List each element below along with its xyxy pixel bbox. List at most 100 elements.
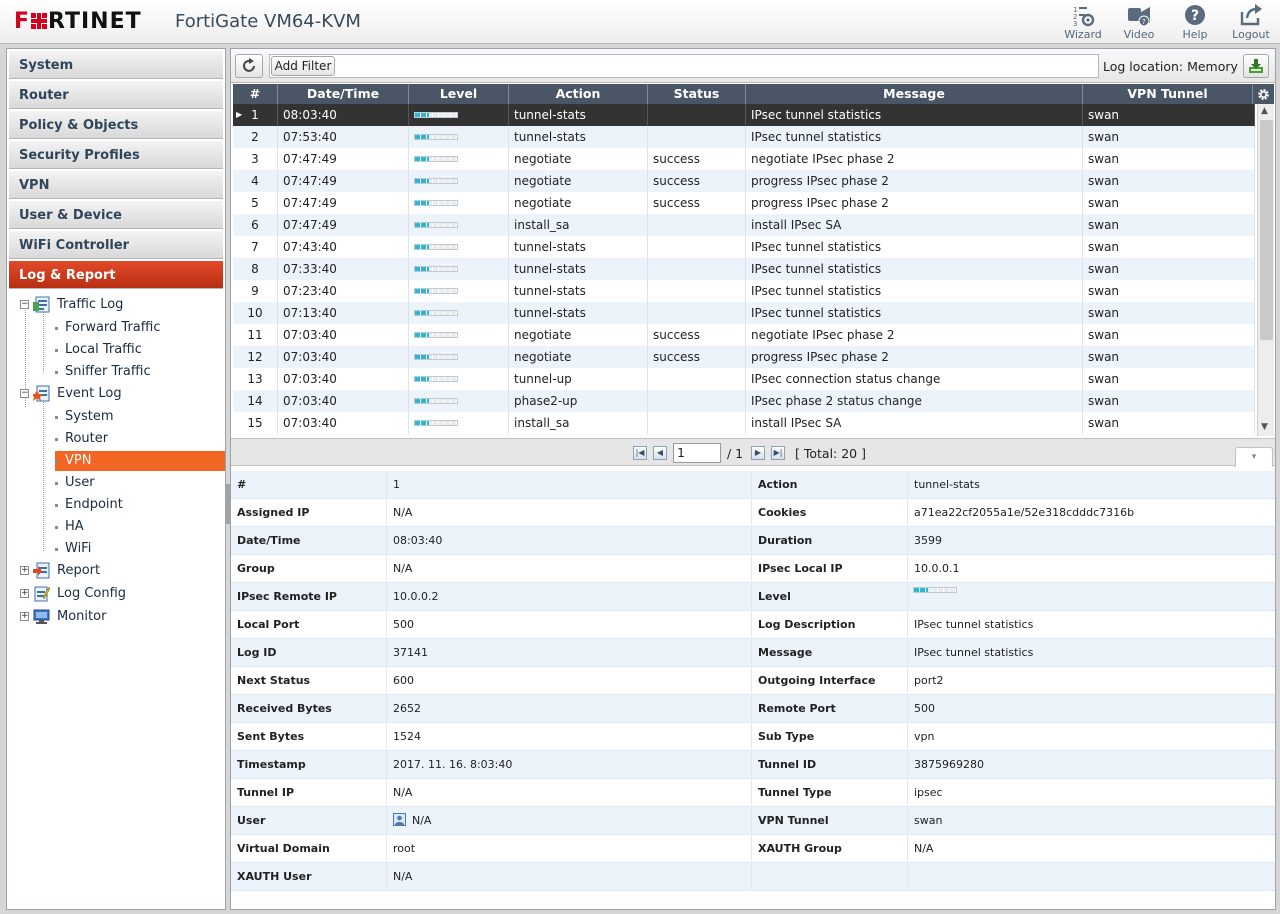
tree-leaf-wifi[interactable]: WiFi	[55, 539, 225, 559]
scrollbar-thumb[interactable]	[1260, 120, 1273, 340]
table-row[interactable]: 8 07:33:40 tunnel-stats IPsec tunnel statis…	[233, 258, 1255, 280]
cell-status	[648, 126, 746, 148]
detail-key: Date/Time	[237, 534, 301, 547]
nav-section-vpn[interactable]: VPN	[9, 171, 223, 199]
next-page-icon: ▶	[754, 448, 762, 457]
detail-row: Assigned IP N/A Cookies a71ea22cf2055a1e/52…	[231, 499, 1275, 527]
table-row[interactable]: 15 07:03:40 install_sa install IPsec SA swan	[233, 412, 1255, 434]
detail-value: port2	[907, 667, 1273, 695]
cell-vpn-tunnel: swan	[1083, 324, 1255, 346]
cell-number: 4	[233, 170, 278, 192]
detail-row: IPsec Remote IP 10.0.0.2 Level	[231, 583, 1275, 611]
table-row[interactable]: 6 07:47:49 install_sa install IPsec SA swan	[233, 214, 1255, 236]
column-settings-button[interactable]	[1253, 84, 1274, 104]
cell-message: IPsec connection status change	[746, 368, 1083, 390]
level-meter-fill	[415, 245, 429, 249]
cell-datetime: 07:13:40	[278, 302, 409, 324]
tree-leaf-system[interactable]: System	[55, 407, 225, 427]
scroll-up-icon[interactable]: ▲	[1261, 106, 1268, 116]
column-header-level[interactable]: Level	[409, 84, 509, 104]
page-number-input[interactable]: 1	[673, 443, 721, 463]
cell-number: 14	[233, 390, 278, 412]
cell-vpn-tunnel: swan	[1083, 280, 1255, 302]
detail-value: N/A	[386, 555, 751, 583]
column-header-datetime[interactable]: Date/Time	[278, 84, 409, 104]
nav-section-policy-objects[interactable]: Policy & Objects	[9, 111, 223, 139]
nav-section-wifi-controller[interactable]: WiFi Controller	[9, 231, 223, 259]
table-row[interactable]: 2 07:53:40 tunnel-stats IPsec tunnel statis…	[233, 126, 1255, 148]
tree-leaf-forward-traffic[interactable]: Forward Traffic	[55, 318, 225, 338]
nav-section-user-device[interactable]: User & Device	[9, 201, 223, 229]
tree-leaf-endpoint[interactable]: Endpoint	[55, 495, 225, 515]
cell-message: IPsec tunnel statistics	[746, 280, 1083, 302]
help-icon: ?	[1185, 5, 1205, 25]
wizard-button[interactable]: 1 2 3 Wizard	[1058, 3, 1108, 41]
table-row[interactable]: 7 07:43:40 tunnel-stats IPsec tunnel statis…	[233, 236, 1255, 258]
nav-section-security-profiles[interactable]: Security Profiles	[9, 141, 223, 169]
collapse-icon[interactable]: −	[20, 300, 29, 309]
next-page-button[interactable]: ▶	[751, 446, 765, 460]
detail-key	[751, 863, 907, 891]
download-button[interactable]	[1243, 54, 1269, 78]
column-header-status[interactable]: Status	[648, 84, 746, 104]
tree-leaf-ha[interactable]: HA	[55, 517, 225, 537]
column-header-action[interactable]: Action	[509, 84, 648, 104]
detail-value: vpn	[907, 723, 1273, 751]
expand-icon[interactable]: +	[20, 612, 29, 621]
cell-number: 5	[233, 192, 278, 214]
table-row[interactable]: 10 07:13:40 tunnel-stats IPsec tunnel stati…	[233, 302, 1255, 324]
last-page-button[interactable]: ▶|	[771, 446, 785, 460]
logout-button[interactable]: Logout	[1226, 3, 1276, 41]
level-meter-fill	[415, 333, 429, 337]
nav-section-router[interactable]: Router	[9, 81, 223, 109]
add-filter-button[interactable]: Add Filter	[271, 56, 335, 76]
level-meter	[414, 420, 458, 426]
expand-icon[interactable]: +	[20, 589, 29, 598]
table-scrollbar[interactable]: ▲ ▼	[1257, 104, 1274, 436]
video-button[interactable]: ? Video	[1114, 3, 1164, 41]
tree-leaf-vpn[interactable]: VPN	[55, 451, 225, 471]
tree-leaf-local-traffic[interactable]: Local Traffic	[55, 340, 225, 360]
nav-section-system[interactable]: System	[9, 51, 223, 79]
detail-row: XAUTH User N/A	[231, 863, 1275, 891]
table-row[interactable]: 12 07:03:40 negotiate success progress IPsec…	[233, 346, 1255, 368]
cell-vpn-tunnel: swan	[1083, 236, 1255, 258]
cell-number: 12	[233, 346, 278, 368]
table-row[interactable]: 9 07:23:40 tunnel-stats IPsec tunnel statis…	[233, 280, 1255, 302]
toggle-details-button[interactable]: ▾	[1235, 447, 1273, 467]
collapse-icon[interactable]: −	[20, 389, 29, 398]
refresh-button[interactable]	[235, 54, 263, 78]
filter-bar[interactable]: Add Filter	[269, 54, 1099, 78]
level-meter-fill	[415, 267, 429, 271]
prev-page-button[interactable]: ◀	[653, 446, 667, 460]
scroll-down-icon[interactable]: ▼	[1261, 422, 1268, 432]
cell-message: IPsec tunnel statistics	[746, 104, 1083, 126]
tree-leaf-user[interactable]: User	[55, 473, 225, 493]
level-meter-fill	[415, 377, 429, 381]
first-page-button[interactable]: |◀	[633, 446, 647, 460]
table-row[interactable]: 13 07:03:40 tunnel-up IPsec connection stat…	[233, 368, 1255, 390]
first-page-icon: |◀	[635, 448, 645, 457]
level-meter	[414, 156, 458, 162]
nav-section-log-report[interactable]: Log & Report	[9, 261, 223, 289]
bullet-icon	[55, 548, 58, 551]
table-row[interactable]: 11 07:03:40 negotiate success negotiate IPse…	[233, 324, 1255, 346]
table-row[interactable]: 5 07:47:49 negotiate success progress IPsec …	[233, 192, 1255, 214]
table-row[interactable]: 14 07:03:40 phase2-up IPsec phase 2 status …	[233, 390, 1255, 412]
pagination-bar: |◀ ◀ 1 / 1 ▶ ▶| [ Total: 20 ] ▾	[231, 438, 1275, 467]
tree-leaf-sniffer-traffic[interactable]: Sniffer Traffic	[55, 362, 225, 382]
app-header: F RTINET FortiGate VM64-KVM 1 2 3 Wizard …	[0, 0, 1280, 44]
table-row[interactable]: 3 07:47:49 negotiate success negotiate IPsec…	[233, 148, 1255, 170]
table-row[interactable]: 4 07:47:49 negotiate success progress IPsec …	[233, 170, 1255, 192]
detail-row: Local Port 500 Log Description IPsec tunnel…	[231, 611, 1275, 639]
cell-action: tunnel-stats	[509, 126, 648, 148]
column-header-vpn-tunnel[interactable]: VPN Tunnel	[1083, 84, 1253, 104]
table-row[interactable]: ▶ 1 08:03:40 tunnel-stats IPsec tunnel stat…	[233, 104, 1255, 126]
help-button[interactable]: ? Help	[1170, 3, 1220, 41]
detail-value: 500	[386, 611, 751, 639]
expand-icon[interactable]: +	[20, 566, 29, 575]
tree-leaf-router[interactable]: Router	[55, 429, 225, 449]
column-header-message[interactable]: Message	[746, 84, 1083, 104]
detail-value: a71ea22cf2055a1e/52e318cdddc7316b	[907, 499, 1273, 527]
column-header-number[interactable]: #	[233, 84, 278, 104]
